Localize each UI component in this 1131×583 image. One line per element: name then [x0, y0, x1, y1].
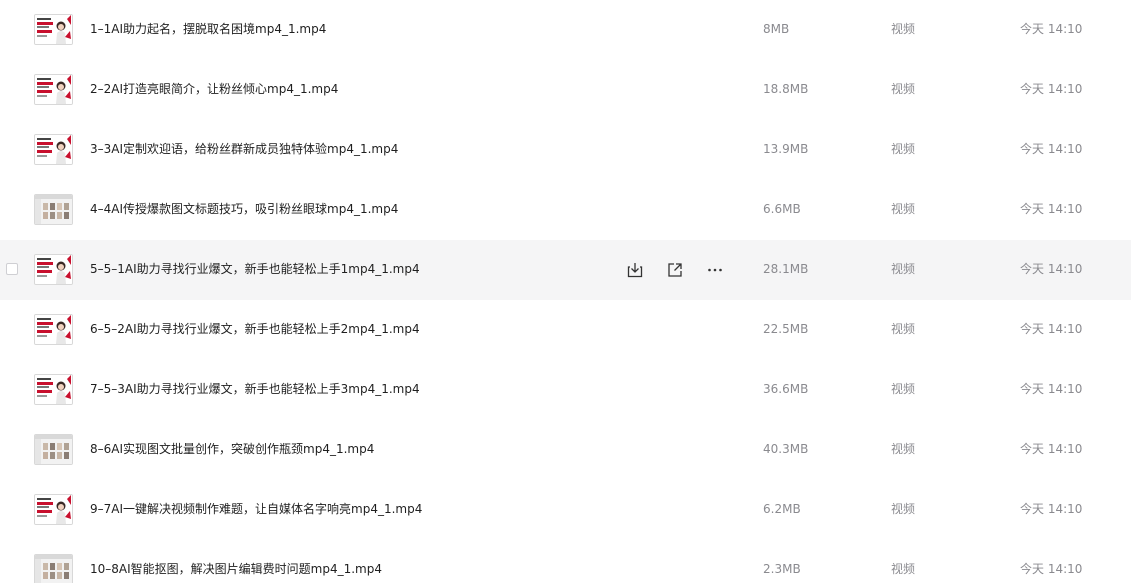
more-button[interactable]: [704, 259, 726, 281]
video-thumbnail: [34, 14, 73, 45]
file-type: 视频: [891, 262, 916, 276]
more-icon: [708, 268, 722, 272]
file-row[interactable]: 9–7AI一键解决视频制作难题，让自媒体名字响亮mp4_1.mp4 6.2MB …: [0, 480, 1131, 540]
file-size: 36.6MB: [763, 382, 809, 396]
download-button[interactable]: [624, 259, 646, 281]
file-time: 今天 14:10: [1020, 202, 1083, 216]
video-thumbnail: [34, 434, 73, 465]
video-thumbnail: [34, 554, 73, 583]
file-size: 28.1MB: [763, 262, 809, 276]
file-time: 今天 14:10: [1020, 262, 1083, 276]
file-name[interactable]: 9–7AI一键解决视频制作难题，让自媒体名字响亮mp4_1.mp4: [90, 501, 422, 517]
file-name[interactable]: 2–2AI打造亮眼简介，让粉丝倾心mp4_1.mp4: [90, 81, 338, 97]
file-row[interactable]: 1–1AI助力起名，摆脱取名困境mp4_1.mp4 8MB 视频 今天 14:1…: [0, 0, 1131, 60]
file-row[interactable]: 7–5–3AI助力寻找行业爆文，新手也能轻松上手3mp4_1.mp4 36.6M…: [0, 360, 1131, 420]
share-button[interactable]: [664, 259, 686, 281]
video-thumbnail: [34, 254, 73, 285]
video-thumbnail: [34, 374, 73, 405]
file-name[interactable]: 6–5–2AI助力寻找行业爆文，新手也能轻松上手2mp4_1.mp4: [90, 321, 420, 337]
download-icon: [627, 263, 643, 278]
file-time: 今天 14:10: [1020, 442, 1083, 456]
share-icon: [668, 263, 682, 277]
video-thumbnail: [34, 494, 73, 525]
file-row[interactable]: 5–5–1AI助力寻找行业爆文，新手也能轻松上手1mp4_1.mp4 28.1M…: [0, 240, 1131, 300]
file-time: 今天 14:10: [1020, 502, 1083, 516]
row-actions: [624, 259, 734, 281]
file-size: 40.3MB: [763, 442, 809, 456]
video-thumbnail: [34, 314, 73, 345]
row-checkbox[interactable]: [6, 263, 18, 275]
file-size: 6.2MB: [763, 502, 801, 516]
file-type: 视频: [891, 202, 916, 216]
file-name[interactable]: 10–8AI智能抠图，解决图片编辑费时问题mp4_1.mp4: [90, 561, 382, 577]
file-row[interactable]: 4–4AI传授爆款图文标题技巧，吸引粉丝眼球mp4_1.mp4 6.6MB 视频…: [0, 180, 1131, 240]
file-size: 8MB: [763, 22, 790, 36]
file-time: 今天 14:10: [1020, 82, 1083, 96]
file-name[interactable]: 3–3AI定制欢迎语，给粉丝群新成员独特体验mp4_1.mp4: [90, 141, 398, 157]
file-type: 视频: [891, 442, 916, 456]
file-name[interactable]: 5–5–1AI助力寻找行业爆文，新手也能轻松上手1mp4_1.mp4: [90, 261, 420, 277]
file-time: 今天 14:10: [1020, 22, 1083, 36]
file-list: 1–1AI助力起名，摆脱取名困境mp4_1.mp4 8MB 视频 今天 14:1…: [0, 0, 1131, 583]
file-size: 22.5MB: [763, 322, 809, 336]
file-name[interactable]: 1–1AI助力起名，摆脱取名困境mp4_1.mp4: [90, 21, 326, 37]
file-time: 今天 14:10: [1020, 322, 1083, 336]
file-name[interactable]: 7–5–3AI助力寻找行业爆文，新手也能轻松上手3mp4_1.mp4: [90, 381, 420, 397]
file-row[interactable]: 10–8AI智能抠图，解决图片编辑费时问题mp4_1.mp4 2.3MB 视频 …: [0, 540, 1131, 583]
file-time: 今天 14:10: [1020, 142, 1083, 156]
file-time: 今天 14:10: [1020, 382, 1083, 396]
file-time: 今天 14:10: [1020, 562, 1083, 576]
file-row[interactable]: 8–6AI实现图文批量创作，突破创作瓶颈mp4_1.mp4 40.3MB 视频 …: [0, 420, 1131, 480]
file-type: 视频: [891, 562, 916, 576]
file-size: 13.9MB: [763, 142, 809, 156]
file-size: 2.3MB: [763, 562, 801, 576]
video-thumbnail: [34, 74, 73, 105]
video-thumbnail: [34, 194, 73, 225]
file-name[interactable]: 8–6AI实现图文批量创作，突破创作瓶颈mp4_1.mp4: [90, 441, 374, 457]
file-type: 视频: [891, 82, 916, 96]
video-thumbnail: [34, 134, 73, 165]
file-name[interactable]: 4–4AI传授爆款图文标题技巧，吸引粉丝眼球mp4_1.mp4: [90, 201, 398, 217]
file-type: 视频: [891, 322, 916, 336]
file-size: 6.6MB: [763, 202, 801, 216]
file-size: 18.8MB: [763, 82, 809, 96]
file-type: 视频: [891, 142, 916, 156]
file-row[interactable]: 2–2AI打造亮眼简介，让粉丝倾心mp4_1.mp4 18.8MB 视频 今天 …: [0, 60, 1131, 120]
file-type: 视频: [891, 502, 916, 516]
file-row[interactable]: 6–5–2AI助力寻找行业爆文，新手也能轻松上手2mp4_1.mp4 22.5M…: [0, 300, 1131, 360]
file-type: 视频: [891, 22, 916, 36]
file-type: 视频: [891, 382, 916, 396]
file-row[interactable]: 3–3AI定制欢迎语，给粉丝群新成员独特体验mp4_1.mp4 13.9MB 视…: [0, 120, 1131, 180]
